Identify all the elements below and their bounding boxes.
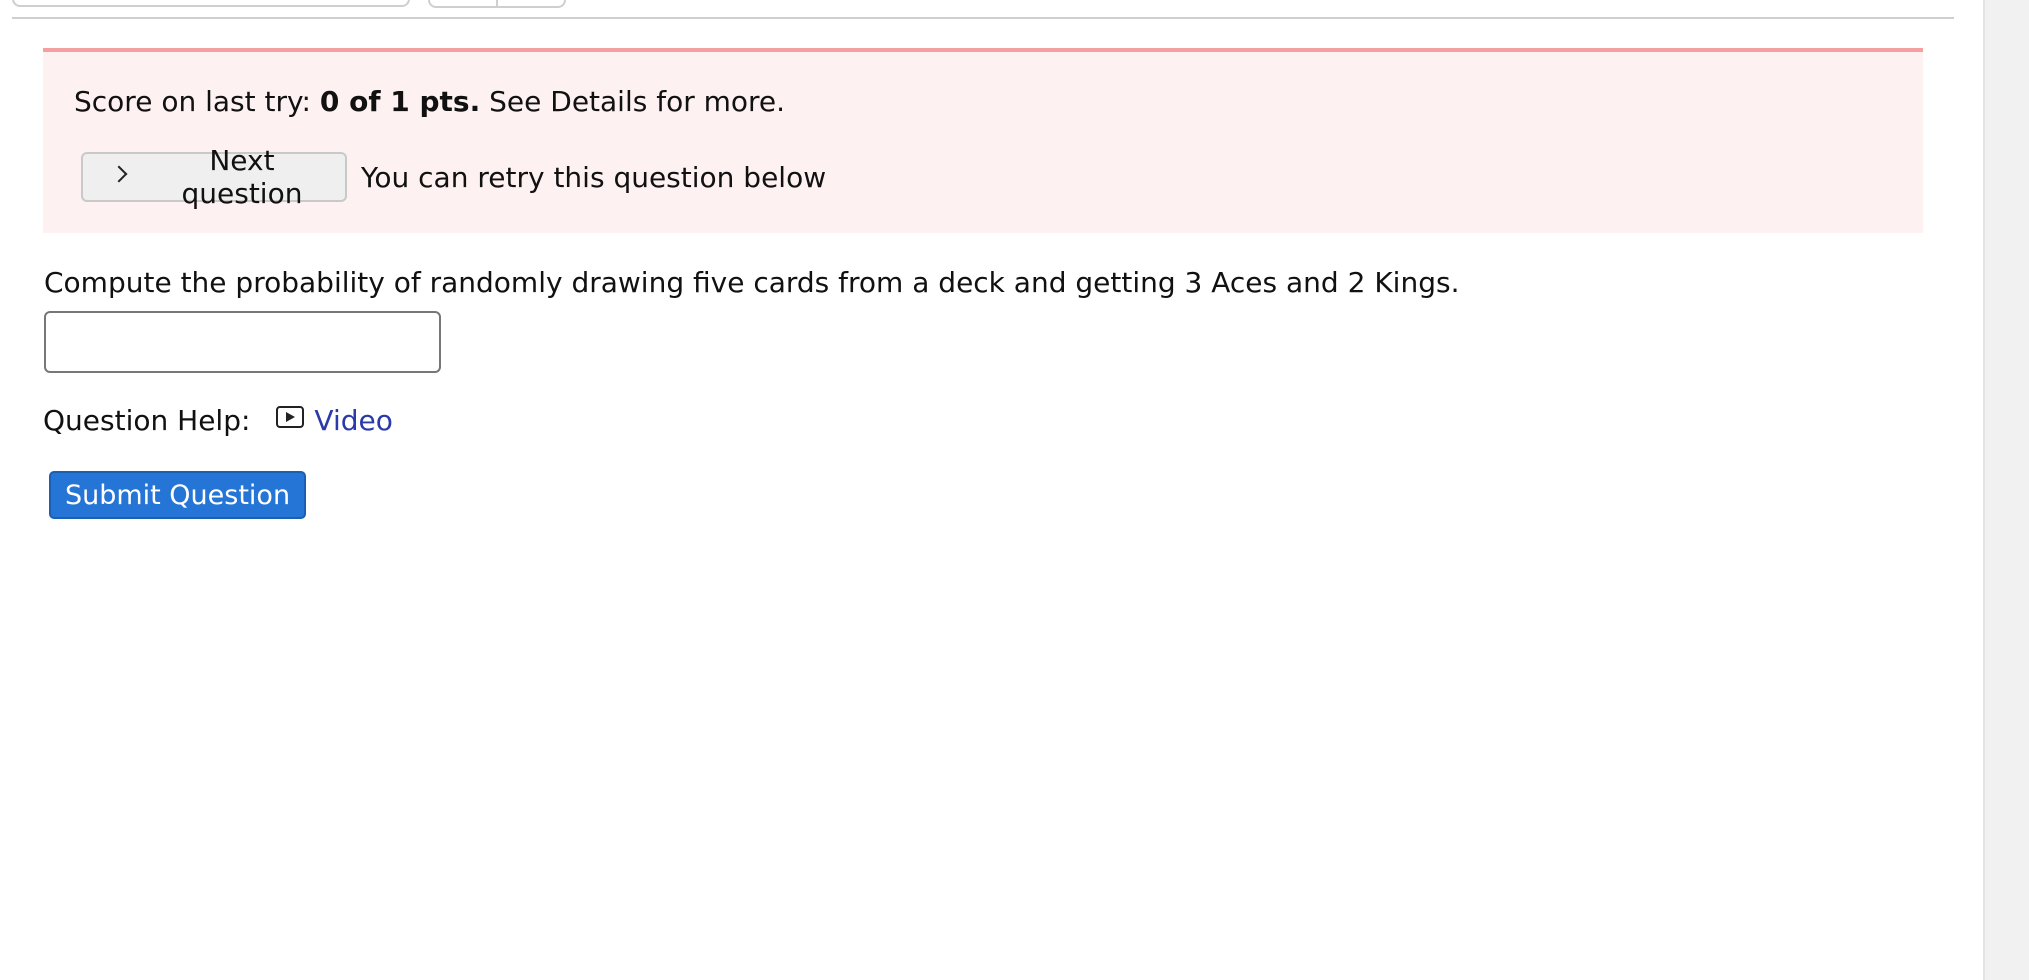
question-help: Question Help: Video (43, 400, 393, 440)
video-help-link[interactable]: Video (314, 404, 392, 437)
question-select[interactable] (12, 0, 410, 7)
chevron-right-icon (110, 165, 128, 183)
vertical-scrollbar[interactable] (1983, 0, 2029, 980)
question-prompt: Compute the probability of randomly draw… (44, 266, 1460, 299)
previous-question-button[interactable] (430, 0, 496, 6)
video-icon (276, 406, 305, 428)
submit-question-button[interactable]: Submit Question (49, 471, 306, 519)
answer-input[interactable] (44, 311, 441, 373)
score-feedback-banner: Score on last try: 0 of 1 pts. See Detai… (43, 48, 1923, 233)
next-question-button[interactable]: Next question (81, 144, 347, 210)
score-message: Score on last try: 0 of 1 pts. See Detai… (74, 84, 785, 120)
score-suffix: See Details for more. (480, 85, 786, 118)
page: Score on last try: 0 of 1 pts. See Detai… (0, 0, 2029, 980)
next-question-label: Next question (181, 144, 303, 210)
next-question-nav-button[interactable] (496, 0, 564, 6)
question-nav-buttons (428, 0, 566, 8)
score-prefix: Score on last try: (74, 85, 320, 118)
question-help-label: Question Help: (43, 403, 251, 437)
divider (12, 17, 1954, 19)
retry-message: You can retry this question below (361, 161, 827, 194)
score-value: 0 of 1 pts. (319, 85, 481, 118)
